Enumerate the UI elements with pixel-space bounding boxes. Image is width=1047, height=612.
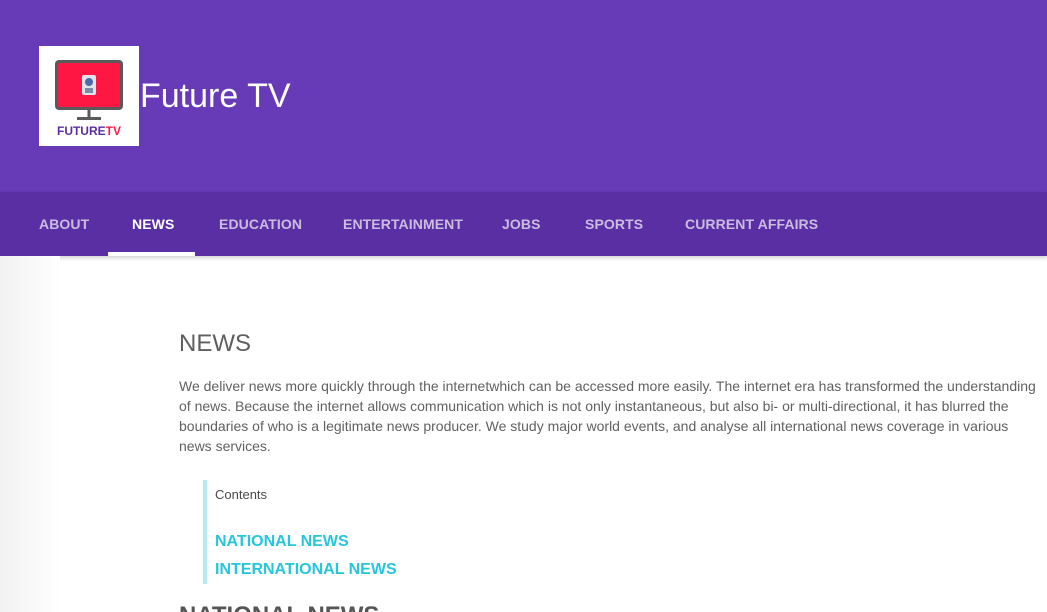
- page-title: NEWS: [179, 330, 251, 357]
- site-header: FUTURETV Future TV: [0, 0, 1047, 192]
- left-gutter: [0, 256, 60, 612]
- site-title: Future TV: [140, 77, 291, 115]
- intro-paragraph: We deliver news more quickly through the…: [179, 378, 1036, 454]
- tab-current-affairs[interactable]: CURRENT AFFAIRS: [685, 192, 818, 256]
- table-of-contents: Contents NATIONAL NEWS INTERNATIONAL NEW…: [203, 480, 603, 584]
- tab-news[interactable]: NEWS: [132, 192, 174, 256]
- active-tab-indicator: [108, 252, 195, 256]
- tab-sports[interactable]: SPORTS: [585, 192, 643, 256]
- toc-title: Contents: [215, 487, 268, 502]
- toc-link-national-news[interactable]: NATIONAL NEWS: [215, 532, 349, 552]
- toc-link-international-news[interactable]: INTERNATIONAL NEWS: [215, 560, 397, 580]
- section-heading-national-news: NATIONAL NEWS: [179, 602, 379, 612]
- tab-about[interactable]: ABOUT: [39, 192, 89, 256]
- tab-education[interactable]: EDUCATION: [219, 192, 302, 256]
- site-logo[interactable]: FUTURETV: [39, 46, 139, 146]
- main-nav: ABOUT NEWS EDUCATION ENTERTAINMENT JOBS …: [0, 192, 1047, 256]
- svg-text:FUTURETV: FUTURETV: [57, 124, 121, 138]
- tab-entertainment[interactable]: ENTERTAINMENT: [343, 192, 463, 256]
- tv-logo-icon: FUTURETV: [55, 60, 123, 138]
- tab-jobs[interactable]: JOBS: [502, 192, 541, 256]
